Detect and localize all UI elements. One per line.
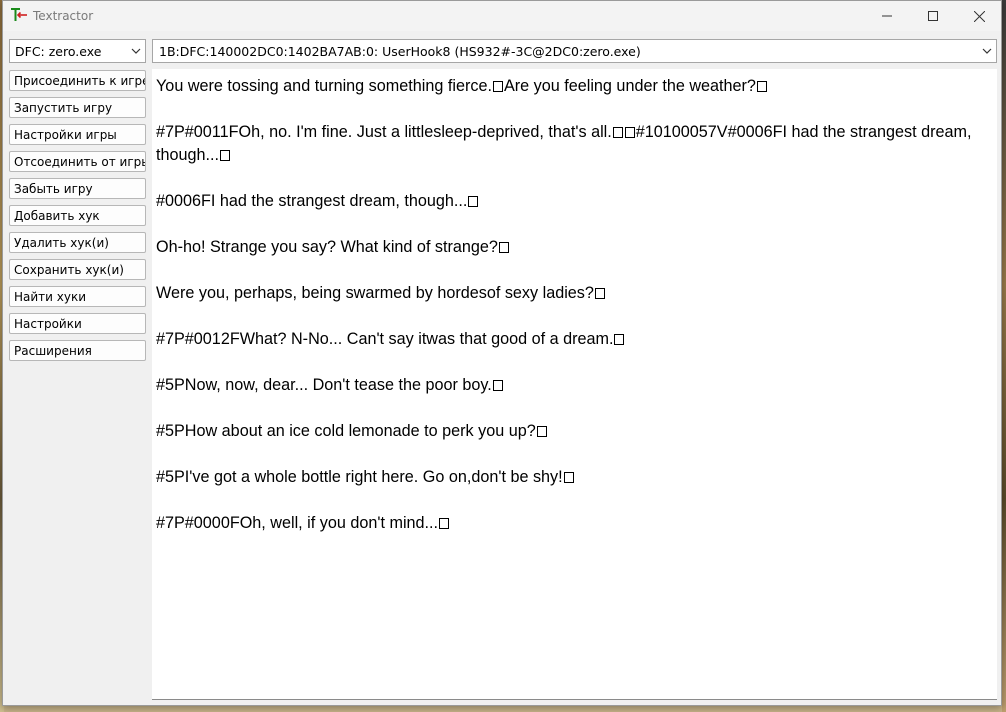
- text-segment: Are you feeling under the weather?: [503, 77, 756, 95]
- text-line: #7P#0012FWhat? N-No... Can't say itwas t…: [156, 328, 992, 351]
- minimize-button[interactable]: [864, 1, 910, 31]
- minimize-icon: [882, 15, 892, 17]
- unprintable-char-box: [492, 380, 503, 391]
- text-segment: Oh-ho! Strange you say? What kind of str…: [156, 238, 498, 256]
- launch-game-button[interactable]: Запустить игру: [9, 97, 146, 118]
- text-segment: #0006FI had the strangest dream, though.…: [156, 192, 468, 210]
- save-hooks-button[interactable]: Сохранить хук(и): [9, 259, 146, 280]
- process-select[interactable]: DFC: zero.exe: [9, 39, 146, 63]
- unprintable-char-box: [220, 150, 231, 161]
- maximize-button[interactable]: [910, 1, 956, 31]
- unprintable-char-box: [624, 127, 635, 138]
- unprintable-char-box: [468, 196, 479, 207]
- text-segment: #5PHow about an ice cold lemonade to per…: [156, 422, 536, 440]
- attach-to-game-button[interactable]: Присоединить к игре: [9, 70, 146, 91]
- add-hook-button[interactable]: Добавить хук: [9, 205, 146, 226]
- textractor-logo-icon: [10, 6, 28, 24]
- close-button[interactable]: [956, 1, 1002, 31]
- hook-select-value: 1B:DFC:140002DC0:1402BA7AB:0: UserHook8 …: [159, 44, 641, 59]
- find-hooks-button[interactable]: Найти хуки: [9, 286, 146, 307]
- unprintable-char-box: [498, 242, 509, 253]
- text-line: Were you, perhaps, being swarmed by hord…: [156, 282, 992, 305]
- sidebar: DFC: zero.exe Присоединить к игре Запуст…: [9, 39, 146, 361]
- text-line: #5PNow, now, dear... Don't tease the poo…: [156, 374, 992, 397]
- title-bar[interactable]: Textractor: [3, 1, 1001, 31]
- detach-from-game-button[interactable]: Отсоединить от игры: [9, 151, 146, 172]
- unprintable-char-box: [756, 81, 767, 92]
- unprintable-char-box: [563, 472, 574, 483]
- text-segment: #5PNow, now, dear... Don't tease the poo…: [156, 376, 492, 394]
- unprintable-char-box: [614, 334, 625, 345]
- text-line: #7P#0011FOh, no. I'm fine. Just a little…: [156, 121, 992, 167]
- close-icon: [973, 10, 985, 22]
- unprintable-char-box: [536, 426, 547, 437]
- desktop-wallpaper-right: [1002, 0, 1006, 712]
- unprintable-char-box: [612, 127, 623, 138]
- text-line: #7P#0000FOh, well, if you don't mind...: [156, 512, 992, 535]
- hook-select[interactable]: 1B:DFC:140002DC0:1402BA7AB:0: UserHook8 …: [152, 39, 997, 63]
- unprintable-char-box: [439, 518, 450, 529]
- extracted-text-area[interactable]: You were tossing and turning something f…: [152, 69, 997, 700]
- text-segment: #7P#0000FOh, well, if you don't mind...: [156, 514, 439, 532]
- text-line: Oh-ho! Strange you say? What kind of str…: [156, 236, 992, 259]
- text-segment: You were tossing and turning something f…: [156, 77, 492, 95]
- text-line: You were tossing and turning something f…: [156, 75, 992, 98]
- text-segment: #5PI've got a whole bottle right here. G…: [156, 468, 563, 486]
- maximize-icon: [928, 11, 938, 21]
- text-line: #5PI've got a whole bottle right here. G…: [156, 466, 992, 489]
- text-line: #5PHow about an ice cold lemonade to per…: [156, 420, 992, 443]
- extensions-button[interactable]: Расширения: [9, 340, 146, 361]
- game-settings-button[interactable]: Настройки игры: [9, 124, 146, 145]
- text-segment: Were you, perhaps, being swarmed by hord…: [156, 284, 594, 302]
- textractor-window: Textractor DFC: zero.exe Присоединить к …: [2, 0, 1002, 706]
- forget-game-button[interactable]: Забыть игру: [9, 178, 146, 199]
- text-segment: #7P#0011FOh, no. I'm fine. Just a little…: [156, 123, 612, 141]
- remove-hooks-button[interactable]: Удалить хук(и): [9, 232, 146, 253]
- text-line: #0006FI had the strangest dream, though.…: [156, 190, 992, 213]
- window-title: Textractor: [33, 9, 94, 23]
- settings-button[interactable]: Настройки: [9, 313, 146, 334]
- process-select-value: DFC: zero.exe: [15, 44, 102, 59]
- text-segment: #7P#0012FWhat? N-No... Can't say itwas t…: [156, 330, 614, 348]
- chevron-down-icon: [131, 48, 141, 54]
- chevron-down-icon: [982, 48, 992, 54]
- unprintable-char-box: [492, 81, 503, 92]
- unprintable-char-box: [594, 288, 605, 299]
